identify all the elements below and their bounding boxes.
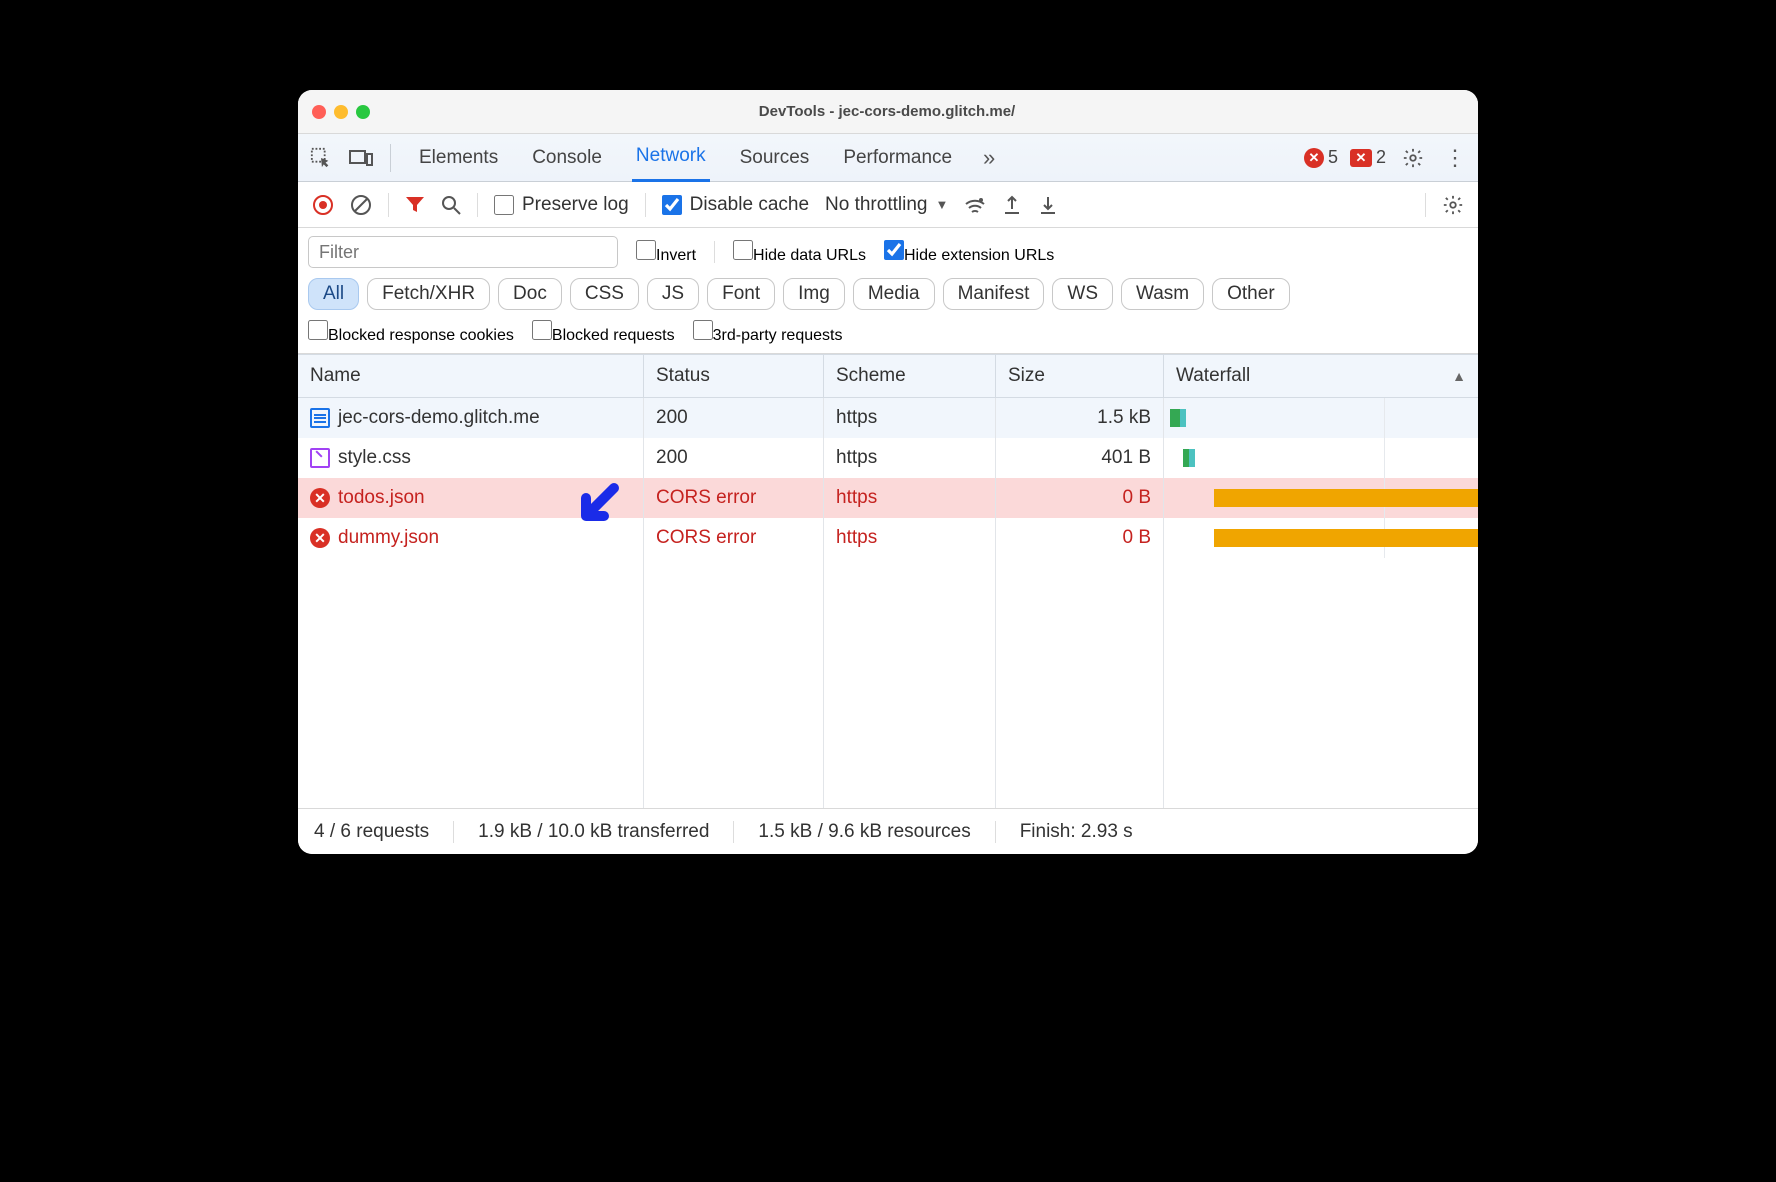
request-scheme: https [824,398,996,438]
request-status: CORS error [644,518,824,558]
request-name: dummy.json [338,527,439,549]
error-counter[interactable]: ✕5 [1304,147,1338,168]
kebab-menu-icon[interactable]: ⋮ [1440,145,1470,171]
disable-cache-checkbox[interactable]: Disable cache [662,194,809,216]
status-resources: 1.5 kB / 9.6 kB resources [758,821,970,843]
request-scheme: https [824,478,996,518]
network-toolbar: Preserve log Disable cache No throttling… [298,182,1478,228]
titlebar: DevTools - jec-cors-demo.glitch.me/ [298,90,1478,134]
throttling-select[interactable]: No throttling▼ [825,194,948,216]
hide-extension-urls-checkbox[interactable]: Hide extension URLs [884,240,1054,265]
blocked-cookies-checkbox[interactable]: Blocked response cookies [308,320,514,345]
preserve-log-checkbox[interactable]: Preserve log [494,194,629,216]
waterfall-bar [1164,438,1478,478]
request-scheme: https [824,518,996,558]
chip-media[interactable]: Media [853,278,935,310]
error-icon: ✕ [310,528,330,548]
waterfall-bar [1164,478,1478,518]
window-title: DevTools - jec-cors-demo.glitch.me/ [378,103,1396,120]
request-status: 200 [644,398,824,438]
maximize-window-button[interactable] [356,105,370,119]
column-waterfall[interactable]: Waterfall▲ [1164,355,1478,397]
table-body: jec-cors-demo.glitch.me200https1.5 kBsty… [298,398,1478,558]
chip-css[interactable]: CSS [570,278,639,310]
tab-network[interactable]: Network [632,134,710,182]
traffic-lights [312,105,370,119]
sort-asc-icon: ▲ [1452,368,1466,384]
column-scheme[interactable]: Scheme [824,355,996,397]
chip-wasm[interactable]: Wasm [1121,278,1204,310]
request-size: 1.5 kB [996,398,1164,438]
error-icon: ✕ [310,488,330,508]
request-size: 0 B [996,518,1164,558]
chip-img[interactable]: Img [783,278,845,310]
request-name: todos.json [338,487,425,509]
tab-elements[interactable]: Elements [415,134,502,182]
request-status: CORS error [644,478,824,518]
table-row[interactable]: style.css 200https401 B [298,438,1478,478]
third-party-checkbox[interactable]: 3rd-party requests [693,320,843,345]
filter-input[interactable] [308,236,618,268]
import-har-icon[interactable] [1038,195,1058,215]
request-name: jec-cors-demo.glitch.me [338,407,540,429]
tab-sources[interactable]: Sources [736,134,814,182]
chip-other[interactable]: Other [1212,278,1290,310]
network-table: Name Status Scheme Size Waterfall▲ jec-c… [298,354,1478,808]
tab-performance[interactable]: Performance [839,134,956,182]
chip-fetch-xhr[interactable]: Fetch/XHR [367,278,490,310]
request-size: 0 B [996,478,1164,518]
hide-data-urls-checkbox[interactable]: Hide data URLs [733,240,866,265]
stylesheet-icon [310,448,330,468]
status-bar: 4 / 6 requests 1.9 kB / 10.0 kB transfer… [298,808,1478,854]
filter-bar: Invert Hide data URLs Hide extension URL… [298,228,1478,354]
chip-manifest[interactable]: Manifest [943,278,1045,310]
minimize-window-button[interactable] [334,105,348,119]
column-status[interactable]: Status [644,355,824,397]
column-size[interactable]: Size [996,355,1164,397]
request-status: 200 [644,438,824,478]
table-row[interactable]: ✕ todos.json CORS errorhttps0 B [298,478,1478,518]
export-har-icon[interactable] [1002,195,1022,215]
clear-button[interactable] [350,194,372,216]
filter-icon[interactable] [405,195,425,215]
type-filter-chips: All Fetch/XHR Doc CSS JS Font Img Media … [308,278,1290,310]
blocked-requests-checkbox[interactable]: Blocked requests [532,320,675,345]
chip-ws[interactable]: WS [1052,278,1113,310]
inspect-element-icon[interactable] [306,147,336,169]
table-row[interactable]: ✕ dummy.json CORS errorhttps0 B [298,518,1478,558]
record-button[interactable] [312,194,334,216]
document-icon [310,408,330,428]
more-tabs-icon[interactable]: » [974,145,1004,171]
table-row[interactable]: jec-cors-demo.glitch.me 200https1.5 kB [298,398,1478,438]
chip-doc[interactable]: Doc [498,278,562,310]
network-conditions-icon[interactable] [964,196,986,214]
issue-counter[interactable]: ✕2 [1350,147,1386,168]
devtools-window: DevTools - jec-cors-demo.glitch.me/ Elem… [298,90,1478,854]
panel-tabs: Elements Console Network Sources Perform… [415,134,956,182]
waterfall-bar [1164,518,1478,558]
table-header: Name Status Scheme Size Waterfall▲ [298,354,1478,398]
chip-all[interactable]: All [308,278,359,310]
settings-icon[interactable] [1398,147,1428,169]
chip-font[interactable]: Font [707,278,775,310]
request-scheme: https [824,438,996,478]
status-finish: Finish: 2.93 s [1020,821,1133,843]
request-size: 401 B [996,438,1164,478]
status-transferred: 1.9 kB / 10.0 kB transferred [478,821,709,843]
request-name: style.css [338,447,411,469]
device-toolbar-icon[interactable] [346,148,376,168]
waterfall-bar [1164,398,1478,438]
tab-console[interactable]: Console [528,134,606,182]
chip-js[interactable]: JS [647,278,699,310]
status-requests: 4 / 6 requests [314,821,429,843]
network-settings-icon[interactable] [1442,194,1464,216]
column-name[interactable]: Name [298,355,644,397]
main-tabbar: Elements Console Network Sources Perform… [298,134,1478,182]
close-window-button[interactable] [312,105,326,119]
search-icon[interactable] [441,195,461,215]
invert-checkbox[interactable]: Invert [636,240,696,265]
